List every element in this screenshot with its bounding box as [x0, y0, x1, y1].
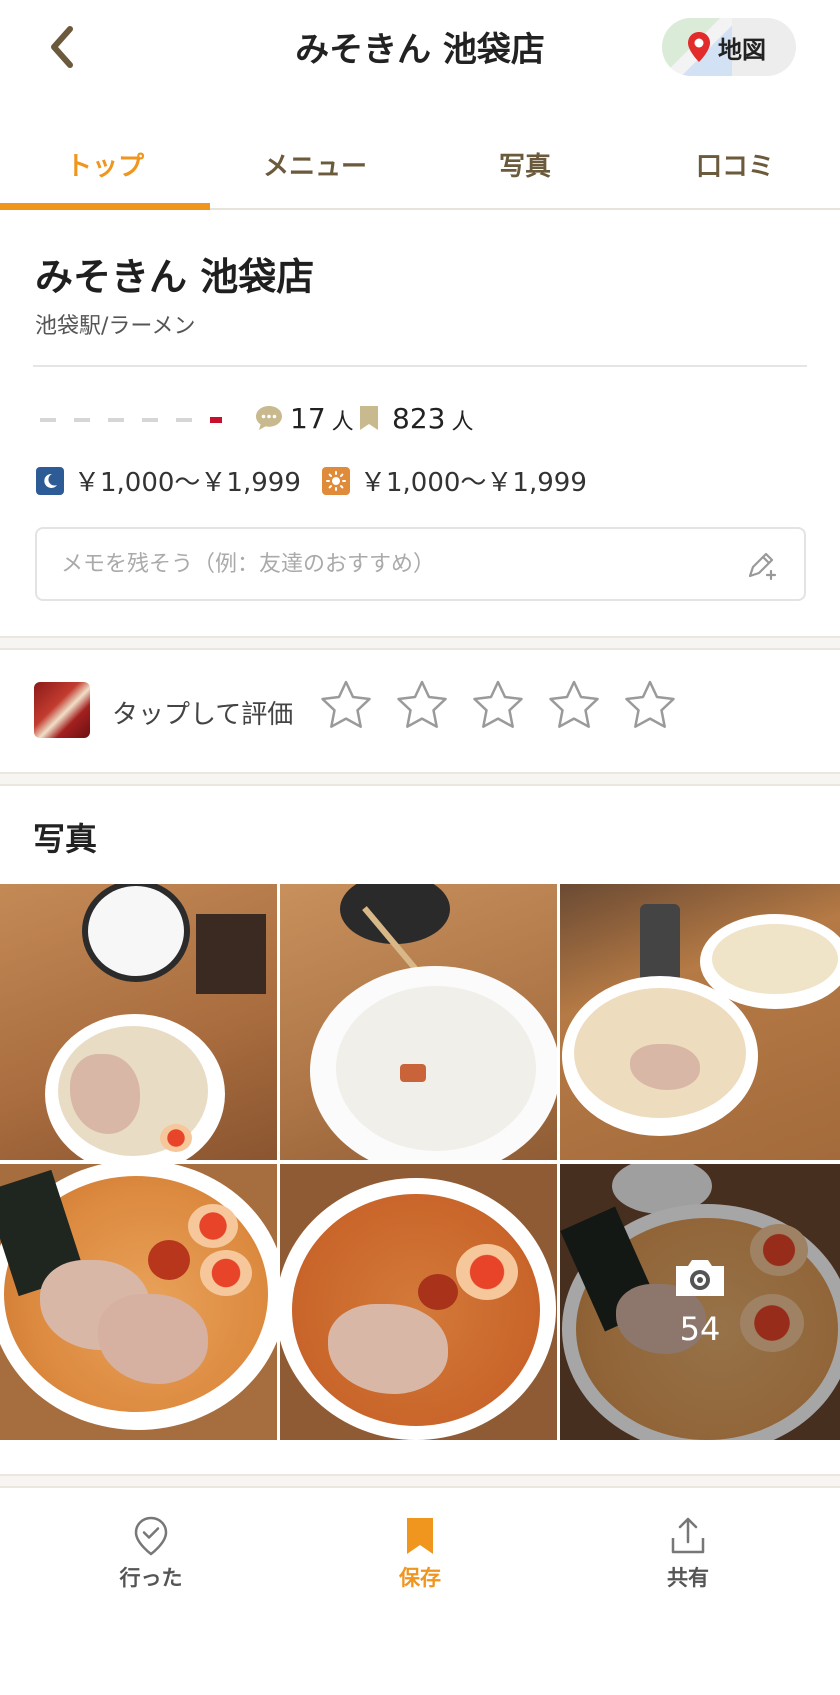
bookmark-icon [360, 406, 378, 430]
more-photos-overlay: 54 [560, 1164, 840, 1440]
lunch-price: ￥1,000～￥1,999 [322, 462, 587, 499]
tab-reviews[interactable]: 口コミ [630, 120, 840, 208]
photo-thumbnail[interactable] [560, 884, 840, 1160]
lunch-price-value: ￥1,000～￥1,999 [360, 468, 587, 498]
went-button[interactable]: 行った [61, 1516, 241, 1592]
saved-count[interactable]: 823 人 [358, 400, 473, 436]
save-button[interactable]: 保存 [330, 1516, 510, 1592]
chevron-left-icon [51, 26, 73, 68]
share-icon [671, 1517, 705, 1554]
dinner-price: ￥1,000～￥1,999 [36, 462, 301, 499]
camera-icon [676, 1260, 724, 1296]
photo-thumbnail-more[interactable]: 54 [560, 1164, 840, 1440]
section-separator [0, 772, 840, 786]
tab-photos[interactable]: 写真 [420, 120, 630, 208]
moon-icon [36, 466, 64, 495]
rating-section: タップして評価 [0, 660, 840, 770]
bookmark-icon [407, 1518, 433, 1554]
review-count-unit: 人 [331, 410, 354, 435]
rating-label: タップして評価 [112, 700, 294, 730]
share-label: 共有 [667, 1566, 709, 1590]
map-button-label: 地図 [718, 35, 766, 64]
review-count[interactable]: 17 人 [254, 400, 354, 436]
tab-menu[interactable]: メニュー [210, 120, 420, 208]
saved-count-value: 823 [392, 401, 446, 435]
saved-count-unit: 人 [451, 410, 474, 435]
star-icon-1[interactable] [318, 678, 374, 738]
memo-field[interactable] [35, 527, 806, 601]
tab-top[interactable]: トップ [0, 120, 210, 210]
section-separator [0, 1474, 840, 1488]
dinner-price-value: ￥1,000～￥1,999 [74, 468, 301, 498]
star-icon-5[interactable] [622, 678, 678, 738]
bottom-action-bar: 行った 保存 共有 [0, 1488, 840, 1695]
star-icon-4[interactable] [546, 678, 602, 738]
check-pin-icon [134, 1516, 168, 1556]
back-button[interactable] [36, 22, 86, 72]
shop-subtitle: 池袋駅/ラーメン [35, 314, 196, 339]
dish-thumbnail [34, 682, 90, 738]
shop-name: みそきん 池袋店 [35, 255, 315, 299]
map-pin-icon [688, 32, 710, 62]
went-label: 行った [119, 1566, 183, 1590]
sun-icon [322, 466, 350, 495]
photo-thumbnail[interactable] [0, 1164, 277, 1440]
tab-bar: トップ メニュー 写真 口コミ [0, 120, 840, 210]
photo-thumbnail[interactable] [0, 884, 277, 1160]
comment-icon [256, 406, 282, 430]
edit-pen-icon[interactable] [744, 549, 778, 583]
section-separator [0, 636, 840, 650]
rating-indicator [40, 417, 222, 423]
memo-input[interactable] [61, 551, 701, 577]
photo-thumbnail[interactable] [280, 884, 557, 1160]
photos-heading: 写真 [33, 820, 98, 858]
map-button[interactable]: 地図 [662, 18, 796, 76]
star-icon-2[interactable] [394, 678, 450, 738]
photo-grid: 54 [0, 884, 840, 1440]
divider [33, 365, 807, 367]
share-button[interactable]: 共有 [598, 1516, 778, 1592]
star-rating[interactable] [318, 678, 678, 738]
photo-thumbnail[interactable] [280, 1164, 557, 1440]
more-photos-count: 54 [679, 1310, 721, 1348]
star-icon-3[interactable] [470, 678, 526, 738]
header: みそきん 池袋店 地図 [0, 0, 840, 96]
save-label: 保存 [399, 1566, 441, 1590]
review-count-value: 17 [290, 401, 326, 435]
